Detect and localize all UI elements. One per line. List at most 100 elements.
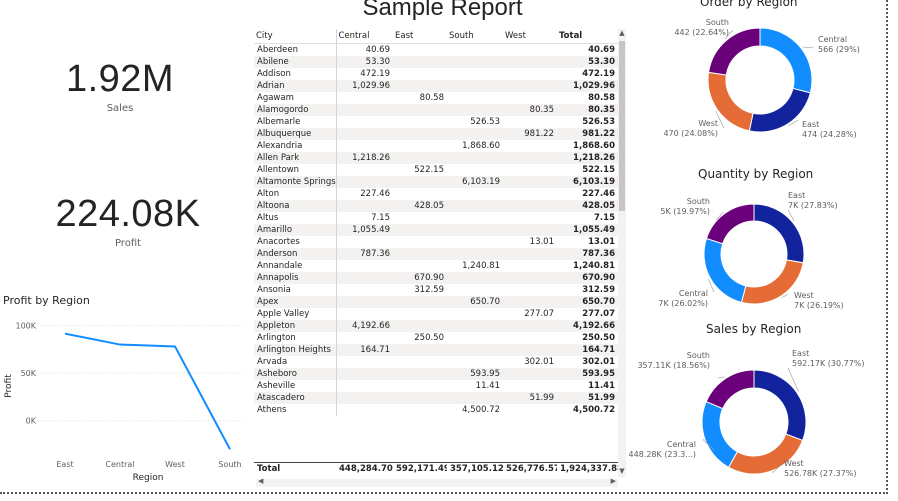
table-row[interactable]: Alton 227.46 227.46 bbox=[254, 188, 618, 200]
total-cell: 522.15 bbox=[582, 165, 615, 175]
table-row[interactable]: Allen Park 1,218.26 1,218.26 bbox=[254, 152, 618, 164]
scroll-up-icon[interactable]: ▲ bbox=[618, 29, 626, 39]
value-cell-central bbox=[336, 356, 393, 368]
city-region-table[interactable]: City Central East South West Total Aberdeen 40… bbox=[254, 29, 628, 481]
value-cell-east bbox=[393, 128, 447, 140]
scroll-thumb[interactable] bbox=[619, 41, 625, 211]
table-row[interactable]: Aberdeen 40.69 40.69 bbox=[254, 43, 618, 56]
profit-line-series[interactable] bbox=[64, 332, 231, 450]
donut-slice-west[interactable] bbox=[727, 433, 804, 475]
table-row[interactable]: Adrian 1,029.96 1,029.96 bbox=[254, 80, 618, 92]
table-row[interactable]: Albuquerque 981.22 981.22 bbox=[254, 128, 618, 140]
scroll-down-icon[interactable]: ▼ bbox=[618, 467, 626, 477]
value-cell-west bbox=[503, 164, 557, 176]
column-header-west[interactable]: West bbox=[503, 29, 557, 44]
table-row[interactable]: Anacortes 13.01 13.01 bbox=[254, 236, 618, 248]
table-horizontal-scrollbar[interactable]: ◀ ▶ bbox=[256, 477, 618, 487]
value-cell-central bbox=[336, 308, 393, 320]
donut-slice-east[interactable] bbox=[753, 203, 805, 264]
value-cell-south bbox=[447, 80, 503, 92]
sales-kpi-card: 1.92M Sales bbox=[40, 58, 200, 114]
column-header-south[interactable]: South bbox=[447, 29, 503, 44]
table-row[interactable]: Apple Valley 277.07 277.07 bbox=[254, 308, 618, 320]
value-cell-south: 650.70 bbox=[447, 296, 503, 308]
value-cell-east bbox=[393, 392, 447, 404]
table-row[interactable]: Albemarle 526.53 526.53 bbox=[254, 116, 618, 128]
value-cell-west: 981.22 bbox=[503, 128, 557, 140]
table-row[interactable]: Arlington 250.50 250.50 bbox=[254, 332, 618, 344]
table-row[interactable]: Abilene 53.30 53.30 bbox=[254, 56, 618, 68]
table-row[interactable]: Atascadero 51.99 51.99 bbox=[254, 392, 618, 404]
value-cell-east: 670.90 bbox=[393, 272, 447, 284]
table-row[interactable]: Amarillo 1,055.49 1,055.49 bbox=[254, 224, 618, 236]
table-row[interactable]: Anderson 787.36 787.36 bbox=[254, 248, 618, 260]
value-cell-west bbox=[503, 116, 557, 128]
table-row[interactable]: Ansonia 312.59 312.59 bbox=[254, 284, 618, 296]
table-row[interactable]: Annapolis 670.90 670.90 bbox=[254, 272, 618, 284]
value-cell-central bbox=[336, 296, 393, 308]
sales-by-region-donut: East592.17K (30.77%) West526.78K (27.37%)… bbox=[629, 349, 865, 478]
column-header-total[interactable]: Total bbox=[557, 29, 618, 44]
slice-name-label: West bbox=[794, 291, 814, 300]
slice-value-label: 448.28K (23.3...) bbox=[629, 450, 696, 459]
value-cell-central bbox=[336, 368, 393, 380]
table-row[interactable]: Apex 650.70 650.70 bbox=[254, 296, 618, 308]
value-cell-central: 1,218.26 bbox=[336, 152, 393, 164]
table-row[interactable]: Annandale 1,240.81 1,240.81 bbox=[254, 260, 618, 272]
slice-name-label: Central bbox=[667, 440, 696, 449]
donut-slice-central[interactable] bbox=[703, 237, 747, 304]
column-header-east[interactable]: East bbox=[393, 29, 447, 44]
table-row[interactable]: Agawam 80.58 80.58 bbox=[254, 92, 618, 104]
value-cell-west bbox=[503, 344, 557, 356]
donut-slice-south[interactable] bbox=[705, 369, 755, 410]
donut-slice-central[interactable] bbox=[759, 27, 813, 94]
total-cell: 11.41 bbox=[588, 381, 615, 391]
value-cell-east bbox=[393, 116, 447, 128]
donut-slice-central[interactable] bbox=[701, 400, 739, 469]
table-row[interactable]: Asheville 11.41 11.41 bbox=[254, 380, 618, 392]
y-tick-label: 100K bbox=[15, 322, 36, 331]
slice-value-label: 357.11K (18.56%) bbox=[637, 361, 710, 370]
value-cell-central: 40.69 bbox=[365, 45, 390, 55]
table-row[interactable]: Athens 4,500.72 4,500.72 bbox=[254, 404, 618, 416]
total-cell: 164.71 bbox=[557, 344, 618, 356]
table-vertical-scrollbar[interactable]: ▲ ▼ bbox=[618, 29, 626, 477]
value-cell-south: 1,868.60 bbox=[462, 141, 500, 151]
scroll-left-icon[interactable]: ◀ bbox=[258, 477, 263, 485]
leader-line bbox=[802, 46, 815, 49]
total-cell: 13.01 bbox=[588, 237, 615, 247]
table-row[interactable]: Arvada 302.01 302.01 bbox=[254, 356, 618, 368]
report-frame-border-bottom bbox=[0, 492, 888, 494]
value-cell-west bbox=[503, 188, 557, 200]
city-cell: Abilene bbox=[254, 56, 337, 68]
city-cell: Alexandria bbox=[254, 140, 337, 152]
slice-name-label: West bbox=[698, 119, 718, 128]
table-row[interactable]: Altoona 428.05 428.05 bbox=[254, 200, 618, 212]
value-cell-south bbox=[447, 284, 503, 296]
table-row[interactable]: Appleton 4,192.66 4,192.66 bbox=[254, 320, 618, 332]
total-label: Total bbox=[257, 464, 281, 474]
table-row[interactable]: Addison 472.19 472.19 bbox=[254, 68, 618, 80]
scroll-right-icon[interactable]: ▶ bbox=[611, 477, 616, 485]
table-row[interactable]: Alamogordo 80.35 80.35 bbox=[254, 104, 618, 116]
table-row[interactable]: Allentown 522.15 522.15 bbox=[254, 164, 618, 176]
table-row[interactable]: Arlington Heights 164.71 164.71 bbox=[254, 344, 618, 356]
value-cell-west bbox=[503, 296, 557, 308]
value-cell-west bbox=[503, 248, 557, 260]
table-row[interactable]: Altus 7.15 7.15 bbox=[254, 212, 618, 224]
column-header-central[interactable]: Central bbox=[336, 29, 393, 44]
table-row[interactable]: Alexandria 1,868.60 1,868.60 bbox=[254, 140, 618, 152]
value-cell-west bbox=[503, 332, 557, 344]
table-row[interactable]: Asheboro 593.95 593.95 bbox=[254, 368, 618, 380]
donut-slice-south[interactable] bbox=[705, 203, 755, 245]
slice-value-label: 7K (26.02%) bbox=[658, 299, 708, 308]
total-cell: 981.22 bbox=[557, 128, 618, 140]
slice-name-label: South bbox=[687, 197, 710, 206]
column-header-city[interactable]: City bbox=[254, 29, 337, 44]
table-row[interactable]: Altamonte Springs 6,103.19 6,103.19 bbox=[254, 176, 618, 188]
value-cell-west: 13.01 bbox=[529, 237, 554, 247]
donut-slice-east[interactable] bbox=[753, 369, 807, 442]
value-cell-south bbox=[447, 152, 503, 164]
value-cell-west bbox=[503, 320, 557, 332]
total-cell: 428.05 bbox=[557, 200, 618, 212]
